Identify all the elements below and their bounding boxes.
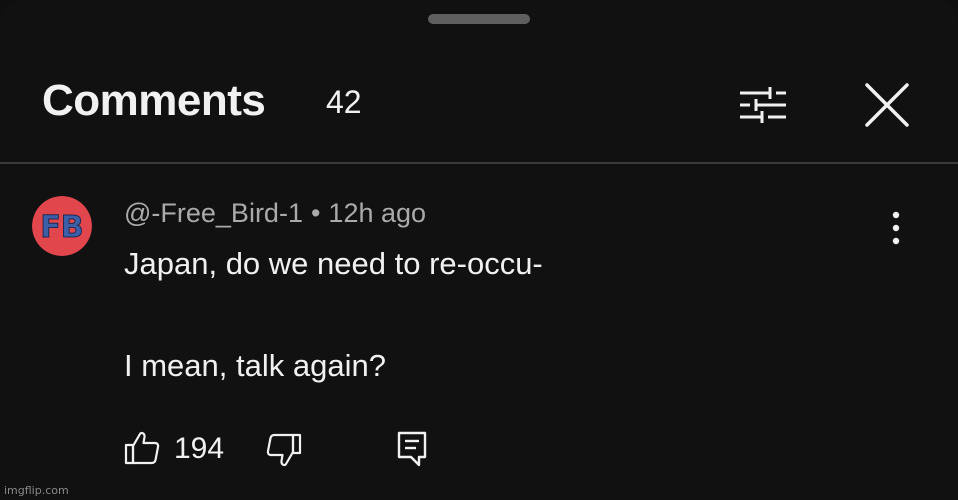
avatar-initials: FB xyxy=(40,210,83,245)
comment-item: FB @-Free_Bird-1 • 12h ago Japan, do we ne… xyxy=(0,164,958,484)
like-count: 194 xyxy=(174,432,225,465)
comments-panel: Comments 42 FB @-Free_Bird-1 • 12h ago J… xyxy=(0,0,958,500)
comment-text-line: I mean, talk again? xyxy=(124,348,386,383)
avatar[interactable]: FB xyxy=(32,196,92,256)
reply-icon xyxy=(397,431,427,467)
close-button[interactable] xyxy=(856,74,918,136)
thumbs-down-icon xyxy=(266,433,302,467)
drag-handle[interactable] xyxy=(428,14,530,24)
like-button[interactable] xyxy=(124,430,164,470)
meta-separator: • xyxy=(310,198,321,228)
more-vertical-icon xyxy=(892,211,900,245)
more-actions-button[interactable] xyxy=(880,204,912,252)
avatar-image: FB xyxy=(32,196,92,256)
comment-meta: @-Free_Bird-1 • 12h ago xyxy=(124,198,426,229)
panel-title: Comments xyxy=(42,76,266,125)
dislike-button[interactable] xyxy=(266,432,306,472)
comments-header: Comments 42 xyxy=(0,60,958,162)
comment-count: 42 xyxy=(326,84,362,120)
comment-text-line: Japan, do we need to re-occu- xyxy=(124,246,543,281)
comment-actions: 194 xyxy=(0,426,958,476)
sort-filter-button[interactable] xyxy=(732,78,794,132)
close-icon xyxy=(865,83,909,127)
comment-time: 12h ago xyxy=(328,198,427,228)
reply-button[interactable] xyxy=(396,430,432,470)
watermark: imgflip.com xyxy=(4,484,69,497)
comment-author[interactable]: @-Free_Bird-1 xyxy=(124,198,303,228)
thumbs-up-icon xyxy=(124,431,160,465)
sliders-icon xyxy=(740,87,786,123)
